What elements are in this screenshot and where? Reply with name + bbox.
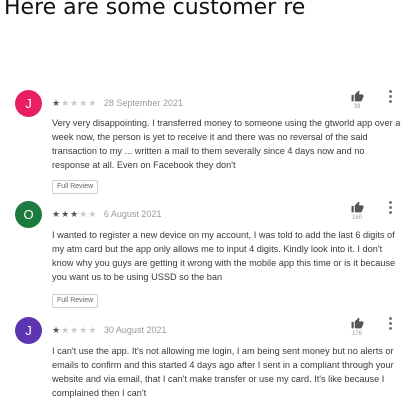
thumbs-up-icon <box>349 90 365 102</box>
star-empty-icon: ★ <box>88 209 98 219</box>
review-date: 28 September 2021 <box>103 98 183 108</box>
rating-stars: ★★★★★ <box>52 98 97 109</box>
review-date: 6 August 2021 <box>103 209 162 219</box>
review-date: 30 August 2021 <box>103 325 167 335</box>
review-meta: ★★★★★ 28 September 2021 <box>52 98 183 109</box>
star-empty-icon: ★ <box>61 98 71 108</box>
full-review-button[interactable]: Full Review <box>52 294 99 308</box>
thumbs-up-icon <box>349 317 365 329</box>
star-filled-icon: ★ <box>52 98 62 108</box>
helpful-button[interactable]: 176 <box>349 317 365 337</box>
star-empty-icon: ★ <box>70 325 80 335</box>
helpful-button[interactable]: 160 <box>349 201 365 221</box>
review-text: I wanted to register a new device on my … <box>52 230 396 282</box>
avatar-initial: J <box>25 323 32 338</box>
star-filled-icon: ★ <box>52 325 62 335</box>
star-empty-icon: ★ <box>61 325 71 335</box>
avatar: J <box>15 90 42 117</box>
star-empty-icon: ★ <box>88 325 98 335</box>
rating-stars: ★★★★★ <box>52 325 97 336</box>
avatar: J <box>15 317 42 344</box>
review-text: Very very disappointing. I transferred m… <box>52 118 401 170</box>
avatar: O <box>15 201 42 228</box>
review-card: J ★★★★★ 28 September 2021 39 Very very d… <box>15 90 405 195</box>
star-empty-icon: ★ <box>70 98 80 108</box>
avatar-initial: J <box>25 96 32 111</box>
thumbs-up-icon <box>349 201 365 213</box>
more-vertical-icon[interactable] <box>385 90 395 105</box>
more-vertical-icon[interactable] <box>385 201 395 216</box>
star-empty-icon: ★ <box>88 98 98 108</box>
helpful-count: 160 <box>351 215 362 221</box>
full-review-button[interactable]: Full Review <box>52 180 99 194</box>
review-text: I can't use the app. It's not allowing m… <box>52 346 394 398</box>
review-meta: ★★★★★ 6 August 2021 <box>52 209 161 220</box>
helpful-count: 176 <box>351 331 362 337</box>
star-filled-icon: ★ <box>70 209 80 219</box>
star-empty-icon: ★ <box>79 209 89 219</box>
star-empty-icon: ★ <box>79 98 89 108</box>
rating-stars: ★★★★★ <box>52 209 97 220</box>
more-vertical-icon[interactable] <box>385 317 395 332</box>
helpful-count: 39 <box>353 104 361 110</box>
avatar-initial: O <box>23 207 34 222</box>
review-card: O ★★★★★ 6 August 2021 160 I wanted to re… <box>15 201 405 311</box>
review-meta: ★★★★★ 30 August 2021 <box>52 325 166 336</box>
page-heading: Here are some customer re <box>4 0 306 20</box>
star-filled-icon: ★ <box>52 209 62 219</box>
review-card: J ★★★★★ 30 August 2021 176 I can't use t… <box>15 317 405 398</box>
helpful-button[interactable]: 39 <box>349 90 365 110</box>
star-empty-icon: ★ <box>79 325 89 335</box>
star-filled-icon: ★ <box>61 209 71 219</box>
